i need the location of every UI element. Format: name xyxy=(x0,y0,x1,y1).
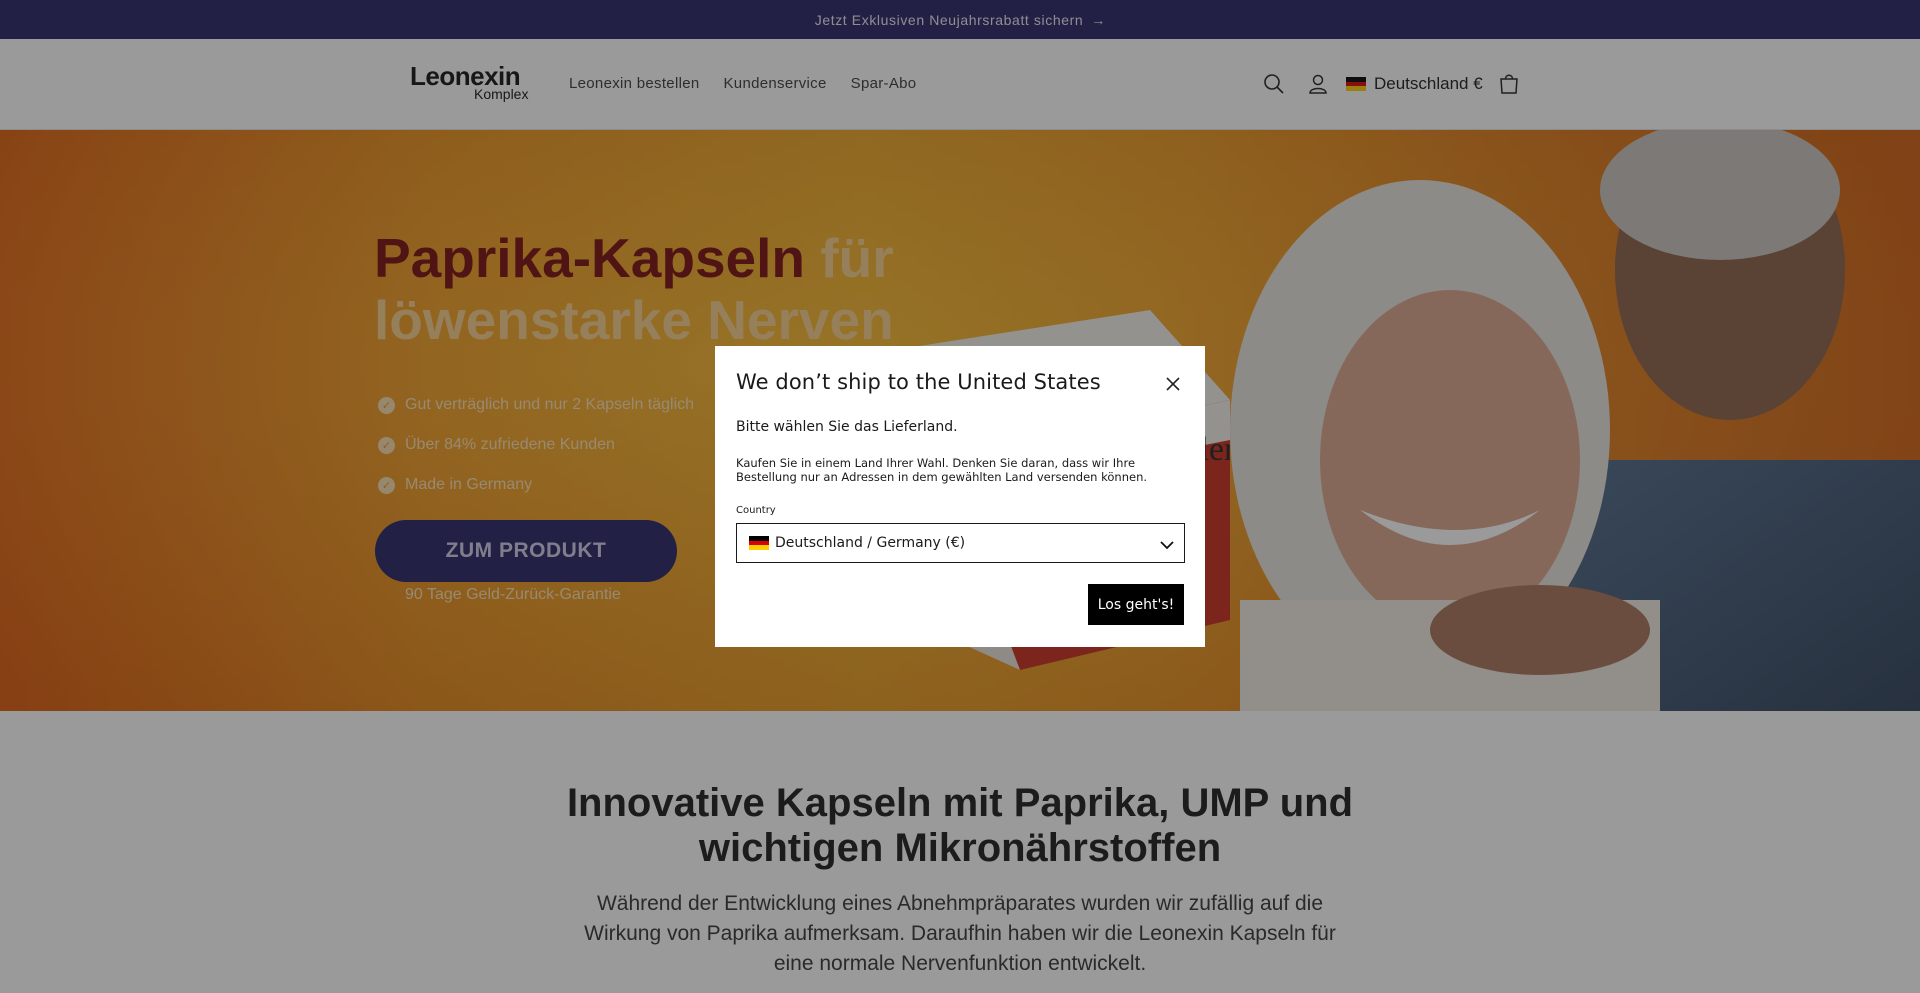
shipping-country-modal: We don’t ship to the United States Bitte… xyxy=(715,346,1205,647)
modal-subtitle: Bitte wählen Sie das Lieferland. xyxy=(736,419,958,435)
germany-flag-icon xyxy=(749,536,769,551)
chevron-down-icon xyxy=(1160,537,1174,555)
country-select-value: Deutschland / Germany (€) xyxy=(775,535,966,551)
modal-description: Kaufen Sie in einem Land Ihrer Wahl. Den… xyxy=(736,456,1148,484)
close-icon[interactable] xyxy=(1161,372,1185,396)
los-gehts-button[interactable]: Los geht's! xyxy=(1088,584,1184,625)
country-field-label: Country xyxy=(736,505,776,516)
country-select[interactable]: Deutschland / Germany (€) xyxy=(736,523,1185,563)
modal-title: We don’t ship to the United States xyxy=(736,370,1101,394)
